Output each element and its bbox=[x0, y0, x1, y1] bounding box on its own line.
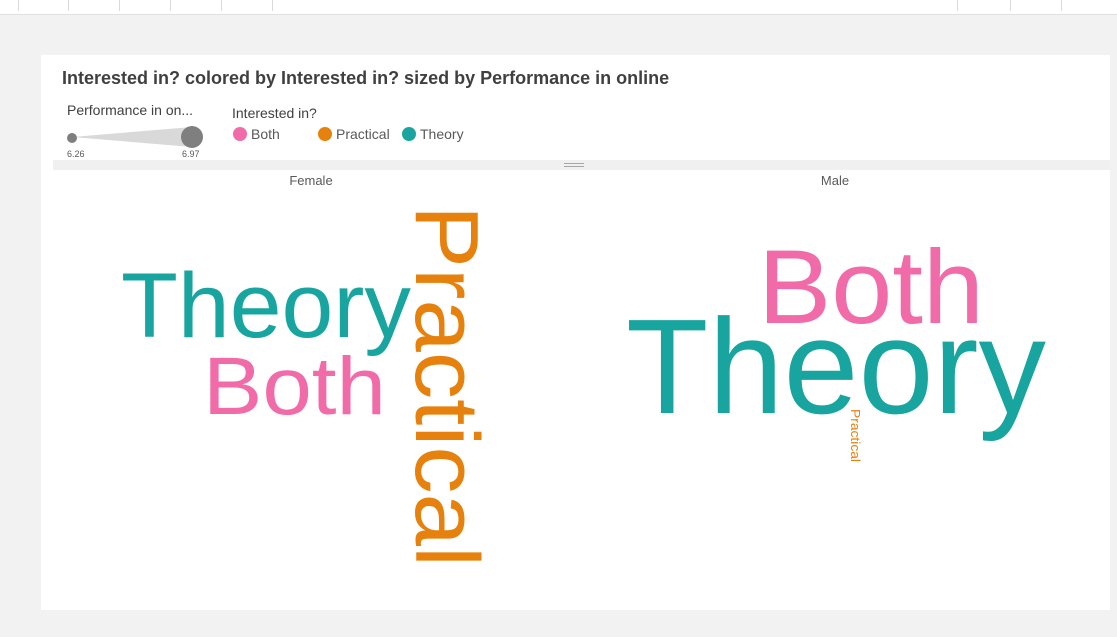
word-female-both[interactable]: Both bbox=[203, 341, 386, 432]
top-toolbar bbox=[0, 0, 1117, 15]
word-male-practical[interactable]: Practical bbox=[848, 409, 863, 462]
word-cloud: TheoryBoth Practical BothTheoryPractical bbox=[121, 205, 1046, 567]
chart-card: Interested in? colored by Interested in?… bbox=[41, 55, 1110, 610]
word-female-practical[interactable]: Practical bbox=[396, 205, 496, 567]
word-male-theory[interactable]: Theory bbox=[626, 291, 1046, 442]
